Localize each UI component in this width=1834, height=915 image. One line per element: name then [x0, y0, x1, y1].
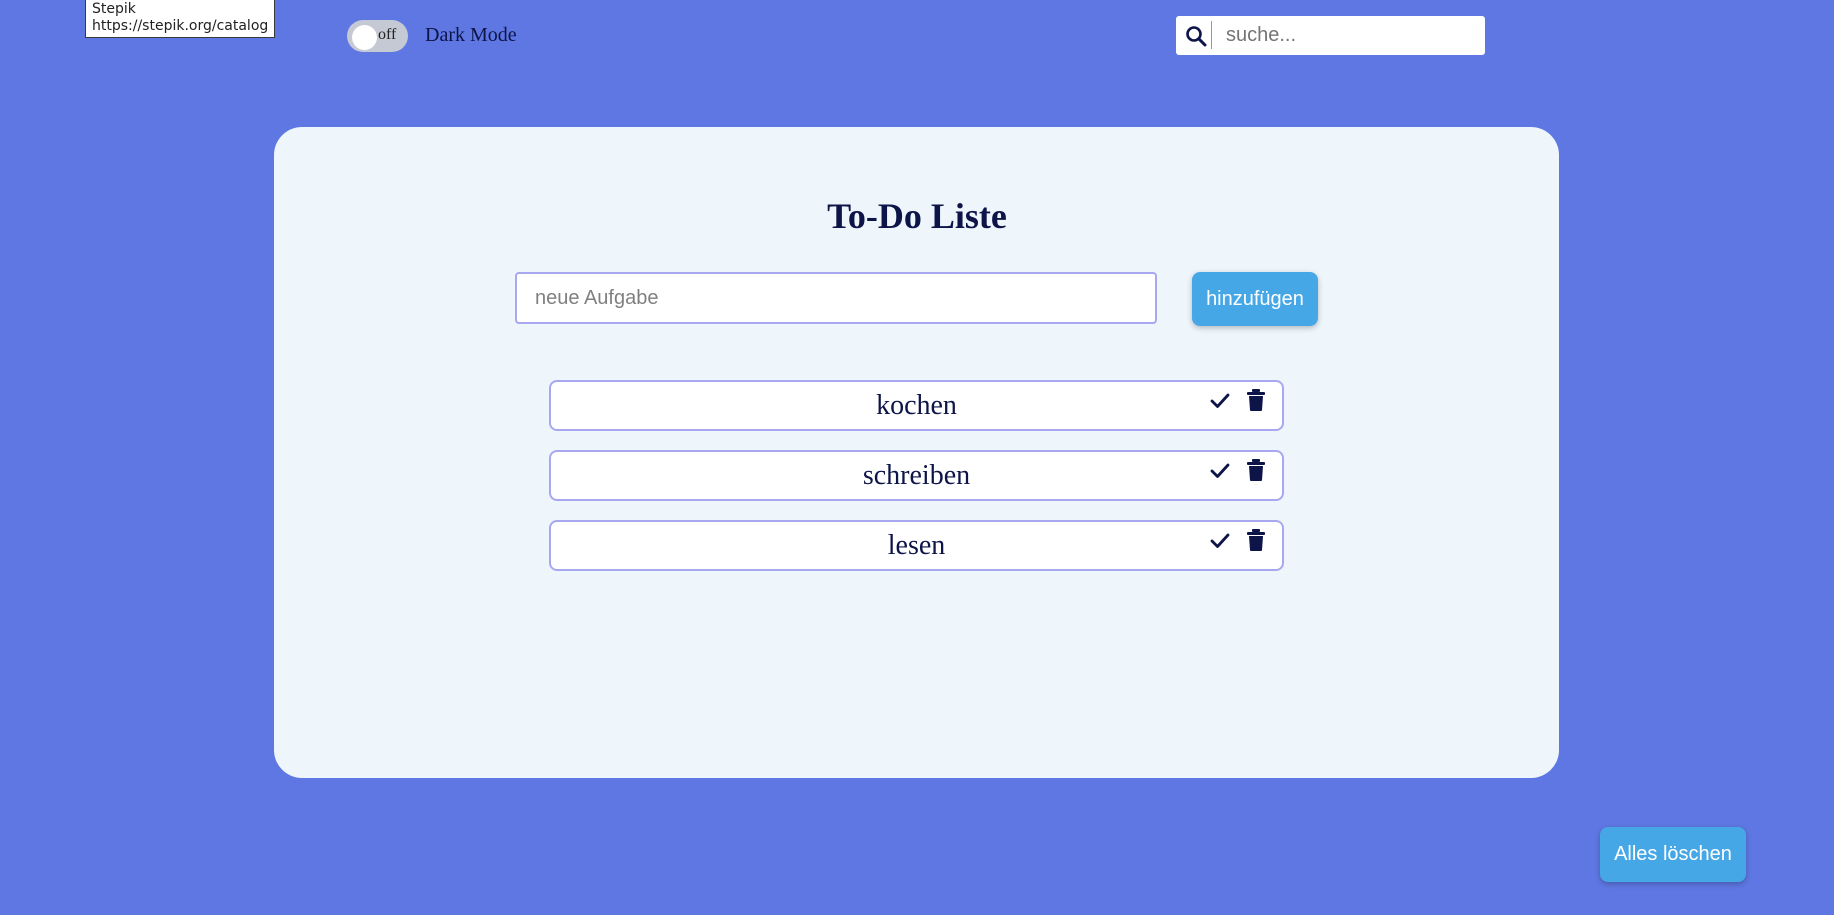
- todo-item-text: schreiben: [862, 460, 971, 491]
- toggle-knob: [352, 25, 377, 50]
- search-icon[interactable]: [1185, 25, 1207, 47]
- check-icon[interactable]: [1209, 530, 1231, 552]
- dark-mode-toggle[interactable]: off: [347, 20, 408, 52]
- dark-mode-label: Dark Mode: [425, 24, 517, 46]
- todo-item-text: lesen: [887, 530, 946, 561]
- todo-item: lesen: [549, 520, 1284, 571]
- trash-icon[interactable]: [1245, 388, 1267, 412]
- todo-item: schreiben: [549, 450, 1284, 501]
- clear-all-button[interactable]: Alles löschen: [1600, 827, 1746, 882]
- check-icon[interactable]: [1209, 460, 1231, 482]
- trash-icon[interactable]: [1245, 528, 1267, 552]
- check-icon[interactable]: [1209, 390, 1231, 412]
- todo-item: kochen: [549, 380, 1284, 431]
- tooltip-title: Stepik: [92, 1, 136, 17]
- new-task-input[interactable]: [515, 272, 1157, 324]
- page-title: To-Do Liste: [827, 196, 1007, 236]
- browser-tooltip: Stepik https://stepik.org/catalog: [85, 0, 275, 38]
- search-input[interactable]: [1216, 18, 1476, 53]
- trash-icon[interactable]: [1245, 458, 1267, 482]
- tooltip-url: https://stepik.org/catalog: [92, 18, 269, 34]
- search-bar: [1176, 16, 1485, 55]
- search-divider: [1211, 21, 1212, 49]
- toggle-state-text: off: [378, 26, 397, 43]
- add-task-button[interactable]: hinzufügen: [1192, 272, 1318, 326]
- todo-item-text: kochen: [876, 390, 957, 421]
